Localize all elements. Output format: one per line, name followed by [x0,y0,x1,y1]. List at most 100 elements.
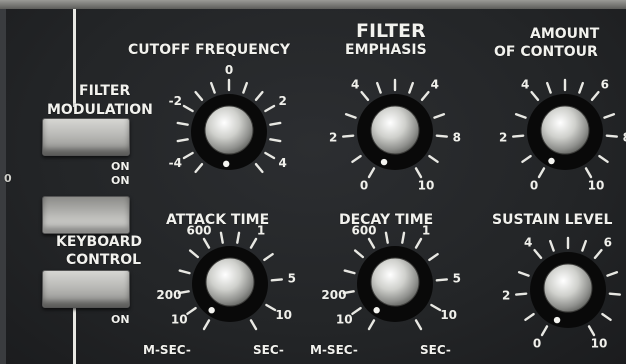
cutoff-scale-tick [269,138,282,143]
attack-scale-number: 600 [186,223,211,237]
attack-scale-tick [202,237,211,249]
emphasis-scale-tick [414,167,423,179]
contour-scale-number: 8 [623,130,626,144]
contour-scale-tick [605,134,619,138]
attack-scale-tick [219,231,224,244]
emphasis-scale-tick [344,113,357,119]
sustain-scale-tick [540,325,549,337]
emphasis-scale-tick [433,113,446,119]
synth-filter-panel: 0 FILTER MODULATION ON ON KEYBOARD CONTR… [0,0,626,364]
cutoff-knob[interactable] [204,105,254,155]
emphasis-knob[interactable] [370,105,420,155]
contour-scale-tick [584,167,593,179]
decay-pointer-dot [373,307,380,314]
emphasis-knob-group: 4 4 2 8 0 10 [329,78,461,193]
decay-scale-tick [367,237,376,249]
attack-scale-number: 5 [288,272,296,286]
cutoff-scale-tick [176,121,189,126]
attack-scale-tick [249,237,258,249]
emphasis-scale-tick [420,90,430,102]
cutoff-scale-number: -4 [169,156,182,170]
attack-scale-number: 10 [275,308,292,322]
sustain-knob-group: 4 6 2 0 10 [502,236,622,351]
attack-scale-tick [236,231,241,244]
decay-scale-tick [430,303,442,312]
attack-pointer-dot [208,307,215,314]
sustain-scale-tick [514,292,528,296]
contour-scale-tick [590,90,600,102]
decay-scale-number: 10 [336,313,353,327]
cutoff-scale-number: 4 [279,156,287,170]
emphasis-scale-tick [428,154,439,164]
contour-scale-tick [603,113,616,119]
sustain-scale-tick [517,271,530,277]
knob-area: 0 2 4 -2 -4 4 4 2 8 0 10 4 6 2 8 0 10 600 1 5 10 200 10 600 1 5 10… [156,63,626,351]
decay-scale-tick [414,319,423,331]
contour-scale-tick [598,154,609,164]
cutoff-scale-tick [182,151,194,160]
contour-knob[interactable] [540,105,590,155]
emphasis-scale-number: 10 [418,179,435,193]
cutoff-pointer-dot [223,160,230,168]
attack-scale-number: 10 [171,313,188,327]
decay-scale-tick [343,269,356,275]
attack-sec-label: SEC- [253,343,284,357]
attack-scale-tick [188,249,200,259]
cutoff-scale-tick [269,121,282,126]
decay-msec-label: M-SEC- [310,343,358,357]
contour-scale-number: 0 [530,179,538,193]
contour-scale-number: 4 [521,78,529,92]
emphasis-scale-number: 4 [351,78,359,92]
decay-scale-number: 600 [351,223,376,237]
sustain-scale-number: 10 [591,337,608,351]
attack-scale-tick [186,306,197,316]
contour-scale-tick [514,113,527,119]
cutoff-scale-tick [194,162,204,174]
attack-scale-tick [202,319,211,331]
cutoff-scale-tick [264,151,276,160]
contour-scale-tick [546,81,552,94]
decay-scale-tick [414,237,423,249]
attack-knob[interactable] [205,257,255,307]
attack-scale-tick [178,269,191,275]
attack-scale-tick [270,278,284,282]
emphasis-scale-tick [351,154,362,164]
decay-scale-number: 5 [453,272,461,286]
attack-knob-group: 600 1 5 10 200 10 [156,223,296,331]
attack-scale-number: 1 [257,223,265,237]
attack-scale-tick [263,252,274,262]
sustain-scale-tick [608,292,622,296]
decay-scale-tick [353,249,365,259]
cutoff-scale-tick [242,81,248,94]
contour-scale-number: 10 [588,179,605,193]
decay-scale-tick [384,231,389,244]
contour-knob-group: 4 6 2 8 0 10 [499,78,626,193]
emphasis-scale-tick [367,167,376,179]
cutoff-scale-tick [264,104,276,113]
decay-scale-tick [401,231,406,244]
cutoff-scale-number: 2 [279,94,287,108]
decay-scale-number: 200 [321,288,346,302]
sustain-scale-tick [606,271,619,277]
emphasis-scale-number: 0 [360,179,368,193]
attack-scale-tick [265,303,277,312]
sustain-scale-tick [593,248,603,260]
sustain-scale-tick [549,239,555,252]
emphasis-scale-tick [435,134,449,138]
decay-scale-number: 1 [422,223,430,237]
emphasis-scale-tick [360,90,370,102]
contour-scale-tick [578,81,584,94]
cutoff-scale-tick [210,81,216,94]
cutoff-scale-tick [176,138,189,143]
contour-scale-number: 2 [499,130,507,144]
cutoff-scale-tick [194,90,204,102]
decay-knob[interactable] [370,257,420,307]
contour-scale-tick [530,90,540,102]
sustain-scale-tick [533,248,543,260]
cutoff-scale-tick [254,162,264,174]
emphasis-scale-tick [341,134,355,138]
emphasis-scale-number: 4 [431,78,439,92]
sustain-knob[interactable] [543,263,593,313]
attack-scale-tick [249,319,258,331]
contour-scale-tick [537,167,546,179]
